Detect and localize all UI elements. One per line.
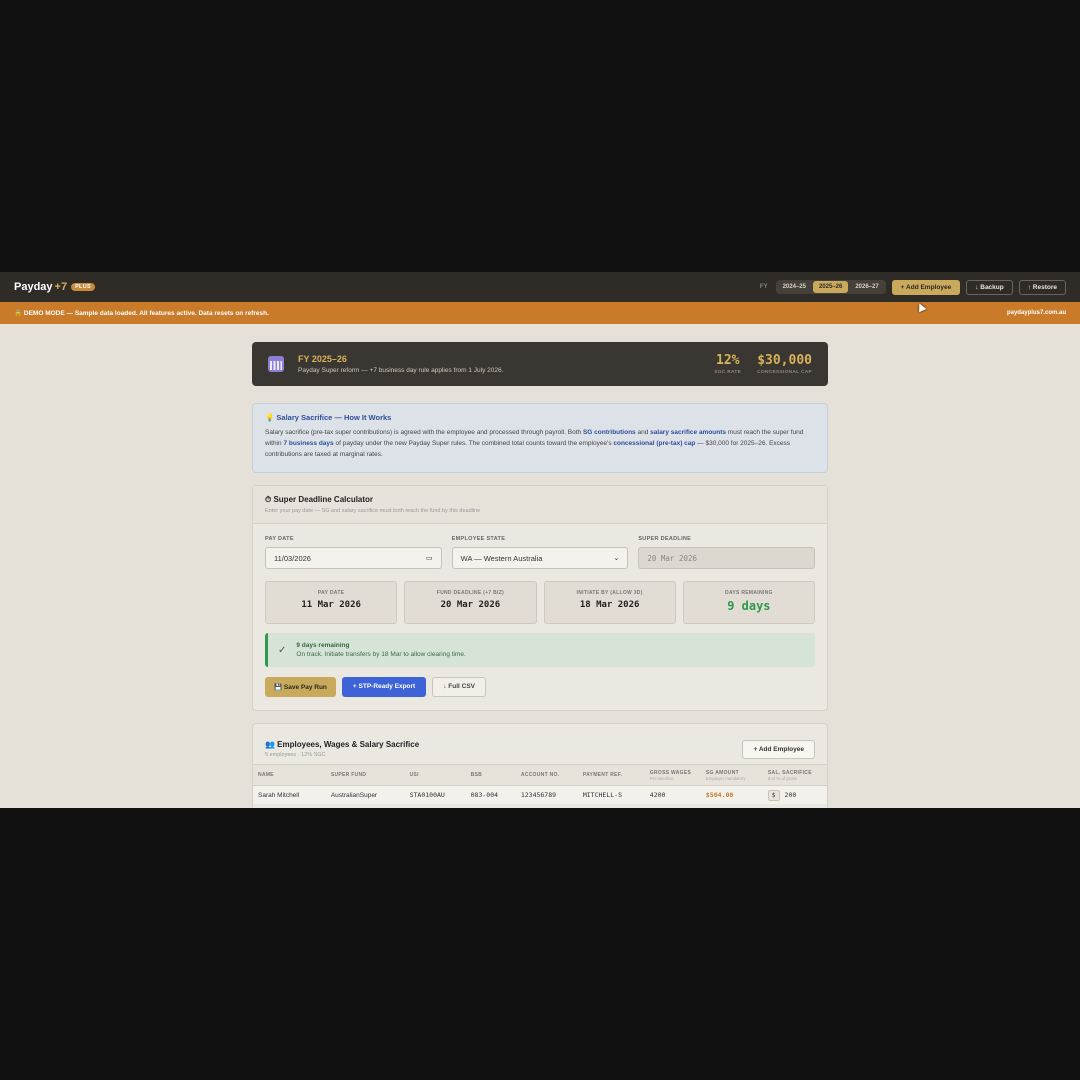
app-window: Payday +7 PLUS FY 2024–25 2025–26 2026–2… [0, 272, 1080, 808]
pay-date-input[interactable]: 11/03/2026 ▭ [265, 547, 442, 569]
check-icon: ✓ [278, 644, 287, 656]
calculator-title: ⏱ Super Deadline Calculator [265, 495, 374, 504]
sacrifice-unit-toggle[interactable]: $ [767, 789, 780, 801]
pay-date-label: PAY DATE [265, 536, 294, 542]
days-remaining-box: DAYS REMAINING 9 days [682, 581, 815, 624]
plus-badge: PLUS [71, 283, 95, 291]
status-title: 9 days remaining [296, 642, 350, 649]
calendar-icon [268, 356, 284, 372]
fy-selector: 2024–25 2025–26 2026–27 [775, 280, 886, 294]
chevron-down-icon: ⌄ [613, 555, 620, 562]
restore-button[interactable]: ↑ Restore [1018, 279, 1066, 295]
demo-text: 🔒 DEMO MODE — Sample data loaded. All fe… [14, 310, 269, 317]
col-gross-wages[interactable]: GROSS WAGES Pre-sacrifice [650, 770, 706, 781]
backup-button[interactable]: ↓ Backup [966, 279, 1013, 295]
top-nav: Payday +7 PLUS FY 2024–25 2025–26 2026–2… [0, 272, 1080, 302]
col-payment-ref[interactable]: PAYMENT REF. [583, 772, 650, 778]
add-employee-button[interactable]: + Add Employee [891, 279, 961, 295]
fy-label: FY [759, 284, 768, 290]
fy-tab-2025-26[interactable]: 2025–26 [812, 281, 849, 293]
fy-title: FY 2025–26 [298, 354, 347, 364]
initiate-by-box: INITIATE BY (ALLOW 3D) 18 Mar 2026 [543, 581, 676, 624]
cell-bsb: 083-004 [470, 791, 499, 799]
fund-deadline-box: FUND DEADLINE (+7 BIZ) 20 Mar 2026 [404, 581, 537, 624]
employees-card: 👥 Employees, Wages & Salary Sacrifice 5 … [252, 723, 828, 808]
col-bsb[interactable]: BSB [471, 772, 521, 778]
concessional-cap-stat: $30,000 CONCESSIONAL CAP [757, 353, 812, 375]
col-name[interactable]: NAME [258, 772, 331, 778]
employees-title: 👥 Employees, Wages & Salary Sacrifice [265, 740, 420, 749]
table-header: NAME SUPER FUND USI BSB ACCOUNT NO. PAYM… [253, 764, 827, 786]
info-title: 💡 Salary Sacrifice — How It Works [265, 413, 392, 422]
table-row[interactable]: Sarah Mitchell AustralianSuper STA0100AU… [253, 786, 827, 804]
info-body: Salary sacrifice (pre-tax super contribu… [265, 429, 804, 458]
fy-tab-2026-27[interactable]: 2026–27 [849, 281, 884, 293]
status-alert: ✓ 9 days remaining On track. Initiate tr… [265, 633, 815, 667]
cell-payment-ref: MITCHELL-S [582, 791, 622, 799]
deadline-readonly-field: 20 Mar 2026 [638, 547, 816, 569]
deadline-label: SUPER DEADLINE [638, 536, 692, 542]
cell-name: Sarah Mitchell [258, 791, 300, 799]
brand-name: Payday [14, 281, 53, 293]
sgc-rate-label: SGC RATE [714, 370, 742, 375]
concessional-cap-value: $30,000 [757, 353, 812, 368]
employees-subtitle: 5 employees · 12% SGC [265, 752, 326, 758]
cell-usi: STA0100AU [409, 791, 445, 799]
col-super-fund[interactable]: SUPER FUND [331, 772, 410, 778]
salary-sacrifice-info: 💡 Salary Sacrifice — How It Works Salary… [252, 403, 828, 473]
full-csv-button[interactable]: ↓ Full CSV [432, 677, 486, 697]
cell-fund: AustralianSuper [330, 791, 378, 799]
cell-account: 123456789 [520, 791, 557, 799]
col-sg-amount[interactable]: SG AMOUNT Employer mandatory [706, 770, 768, 781]
cell-sg-amount: $504.00 [705, 791, 734, 799]
col-account[interactable]: ACCOUNT NO. [521, 772, 583, 778]
save-pay-run-button[interactable]: 💾 Save Pay Run [265, 677, 336, 697]
calculator-subtitle: Enter your pay date — SG and salary sacr… [265, 508, 481, 514]
brand-logo[interactable]: Payday +7 PLUS [14, 281, 95, 293]
concessional-cap-label: CONCESSIONAL CAP [757, 370, 812, 375]
stp-export-button[interactable]: + STP-Ready Export [341, 677, 427, 697]
state-label: EMPLOYEE STATE [451, 536, 506, 542]
pay-date-box: PAY DATE 11 Mar 2026 [265, 581, 398, 624]
site-link[interactable]: paydayplus7.com.au [1007, 310, 1066, 316]
fy-subtitle: Payday Super reform — +7 business day ru… [298, 367, 504, 374]
col-usi[interactable]: USI [410, 772, 471, 778]
cell-gross-wages[interactable]: 4200 [650, 791, 706, 799]
sgc-rate-stat: 12% SGC RATE [714, 353, 741, 375]
col-salary-sacrifice[interactable]: SAL. SACRIFICE $ or % of gross [768, 770, 822, 781]
add-employee-button-secondary[interactable]: + Add Employee [742, 739, 815, 759]
sgc-rate-value: 12% [716, 353, 740, 368]
status-message: On track. Initiate transfers by 18 Mar t… [296, 651, 466, 658]
cell-salary-sacrifice[interactable]: $200 [767, 789, 822, 801]
deadline-calculator: ⏱ Super Deadline Calculator Enter your p… [252, 485, 828, 711]
fy-banner: FY 2025–26 Payday Super reform — +7 busi… [252, 342, 828, 386]
fy-tab-2024-25[interactable]: 2024–25 [777, 281, 812, 293]
brand-accent: +7 [54, 281, 68, 293]
state-select[interactable]: WA — Western Australia ⌄ [451, 547, 629, 569]
calendar-picker-icon[interactable]: ▭ [426, 554, 433, 562]
